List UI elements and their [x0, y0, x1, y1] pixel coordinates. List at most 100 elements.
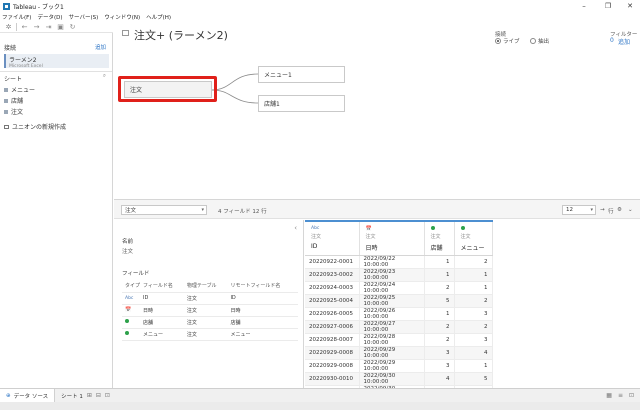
sheet-item-menu[interactable]: メニュー [4, 85, 35, 94]
table-cell: 20220930-0010 [305, 372, 360, 386]
status-bar: ⊕ データ ソース シート 1 ⊞ ⊟ ⊡ ▦ ≡ ⊡ [0, 388, 640, 403]
sheet-grid-icon [4, 87, 8, 92]
column-header[interactable]: 物理テーブル [183, 280, 228, 293]
table-cell: 20220929-0008 [305, 346, 360, 360]
menu-window[interactable]: ウィンドウ(N) [104, 13, 140, 21]
relationship-lines [211, 73, 259, 104]
refresh-icon[interactable]: ↻ [68, 22, 77, 31]
table-cell: 2022/09/27 10:00:00 [359, 320, 425, 334]
new-dashboard-icon[interactable]: ⊟ [96, 392, 101, 399]
string-type-icon[interactable]: Abc [125, 296, 133, 301]
grid-view-icon[interactable]: ▦ [606, 392, 612, 399]
left-panel: 接続 追加 ラーメン2 Microsoft Excel シート ⌕ メニュー 店… [0, 33, 113, 388]
datasource-tab[interactable]: ⊕ データ ソース [0, 388, 56, 403]
field-row[interactable]: 店舗 注文 店舗 [122, 316, 298, 329]
field-row[interactable]: 📅 日時 注文 日時 [122, 304, 298, 317]
grid-toolbar: 注文 ▾ 4 フィールド 12 行 12 ▾ → 行 ⚙ ⌄ [114, 199, 640, 219]
highlight-box [118, 76, 217, 102]
row-count-select[interactable]: 12 ▾ [562, 205, 596, 215]
new-sheet-icon[interactable]: ⊞ [87, 392, 92, 399]
panel-divider [0, 71, 112, 72]
table-cell: 2022/09/26 10:00:00 [359, 307, 425, 321]
table-cell: 20220926-0005 [305, 307, 360, 321]
table-cell: 2022/09/25 10:00:00 [359, 294, 425, 308]
menu-file[interactable]: ファイル(F) [2, 13, 31, 21]
table-cell: 2 [424, 320, 455, 334]
table-row: 20220926-0005 2022/09/26 10:00:00 1 3 [305, 307, 493, 321]
sheet-search-icon[interactable]: ⌕ [103, 73, 106, 80]
string-type-icon[interactable]: Abc [311, 226, 356, 232]
sheet-grid-icon [4, 109, 8, 114]
connections-heading: 接続 [4, 45, 17, 52]
table-cell: 2 [454, 255, 493, 269]
table-cell: 20220928-0007 [305, 333, 360, 347]
fit-view-icon[interactable]: ⊡ [629, 392, 634, 399]
list-view-icon[interactable]: ≡ [618, 392, 623, 399]
minimize-button[interactable]: – [574, 0, 594, 12]
table-cell: 20220927-0006 [305, 320, 360, 334]
arrow-right-icon[interactable]: → [600, 207, 605, 213]
column-header-id[interactable]: Abc 注文 ID [305, 220, 360, 256]
forward-icon[interactable]: → [32, 22, 41, 31]
new-union-item[interactable]: ユニオンの新規作成 [4, 122, 66, 131]
field-row[interactable]: メニュー 注文 メニュー [122, 328, 298, 341]
menu-help[interactable]: ヘルプ(H) [146, 13, 171, 21]
field-row[interactable]: Abc ID 注文 ID [122, 292, 298, 305]
back-icon[interactable]: ← [20, 22, 29, 31]
datasource-canvas: 注文+ (ラーメン2) 接続 ライブ 抽出 フィルター 0 追加 注文 メニュー… [114, 21, 640, 199]
column-header-menu[interactable]: 注文 メニュー [454, 220, 493, 256]
tableau-logo-icon[interactable]: ✲ [4, 22, 13, 31]
save-icon[interactable]: ▣ [56, 22, 65, 31]
chevron-down-icon[interactable]: ⌄ [628, 207, 633, 213]
table-row: 20220930-0010 2022/09/30 10:00:00 4 5 [305, 372, 493, 386]
column-header-datetime[interactable]: 📅 注文 日時 [359, 220, 425, 256]
new-story-icon[interactable]: ⊡ [105, 392, 110, 399]
sheet-tab[interactable]: シート 1 ⊞ ⊟ ⊡ [55, 389, 116, 403]
table-cell: 5 [454, 372, 493, 386]
related-table-menu1[interactable]: メニュー1 [258, 66, 345, 83]
field-row-info: 4 フィールド 12 行 [218, 209, 267, 215]
title-bar: Tableau - ブック1 – ❐ ✕ [0, 0, 640, 12]
table-cell: 20220922-0001 [305, 255, 360, 269]
table-select[interactable]: 注文 ▾ [121, 205, 207, 215]
connection-type: Microsoft Excel [9, 64, 43, 69]
chevron-down-icon: ▾ [590, 207, 593, 213]
menu-server[interactable]: サーバー(S) [69, 13, 99, 21]
close-button[interactable]: ✕ [620, 0, 640, 12]
column-header-store[interactable]: 注文 店舗 [424, 220, 455, 256]
fields-heading: フィールド [122, 271, 150, 277]
number-type-icon[interactable] [460, 226, 465, 230]
add-connection-link[interactable]: 追加 [95, 43, 106, 51]
tableau-app-icon [3, 2, 10, 10]
table-cell: 2 [454, 294, 493, 308]
number-type-icon[interactable] [125, 319, 129, 323]
number-type-icon[interactable] [430, 226, 435, 230]
gear-icon[interactable]: ⚙ [617, 207, 622, 213]
column-header[interactable]: タイプ [122, 280, 140, 293]
table-cell: 3 [454, 333, 493, 347]
table-cell: 3 [454, 307, 493, 321]
table-row: 20220929-0008 2022/09/29 10:00:00 3 1 [305, 359, 493, 373]
number-type-icon[interactable] [125, 331, 129, 335]
metadata-panel: ‹ 名前 注文 フィールド タイプ フィールド名 物理テーブル リモートフィール… [114, 220, 304, 388]
maximize-button[interactable]: ❐ [598, 0, 618, 12]
table-row: 20220923-0002 2022/09/23 10:00:00 1 1 [305, 268, 493, 282]
redo-icon[interactable]: ⇥ [44, 22, 53, 31]
collapse-icon[interactable]: ‹ [294, 224, 297, 232]
table-cell: 4 [454, 346, 493, 360]
table-row: 20220925-0004 2022/09/25 10:00:00 5 2 [305, 294, 493, 308]
date-type-icon[interactable]: 📅 [125, 307, 131, 313]
connection-item[interactable]: ラーメン2 Microsoft Excel [4, 54, 109, 69]
related-table-store1[interactable]: 店舗1 [258, 95, 345, 112]
window-title: Tableau - ブック1 [13, 3, 64, 11]
fields-header-row: タイプ フィールド名 物理テーブル リモートフィールド名 [122, 280, 298, 293]
menu-data[interactable]: データ(D) [37, 13, 62, 21]
table-cell: 20220925-0004 [305, 294, 360, 308]
date-type-icon[interactable]: 📅 [366, 226, 421, 232]
column-header[interactable]: フィールド名 [140, 280, 184, 293]
column-header[interactable]: リモートフィールド名 [227, 280, 298, 293]
table-cell: 1 [424, 255, 455, 269]
sheet-item-store[interactable]: 店舗 [4, 96, 23, 105]
table-cell: 1 [454, 268, 493, 282]
sheet-item-order[interactable]: 注文 [4, 107, 23, 116]
